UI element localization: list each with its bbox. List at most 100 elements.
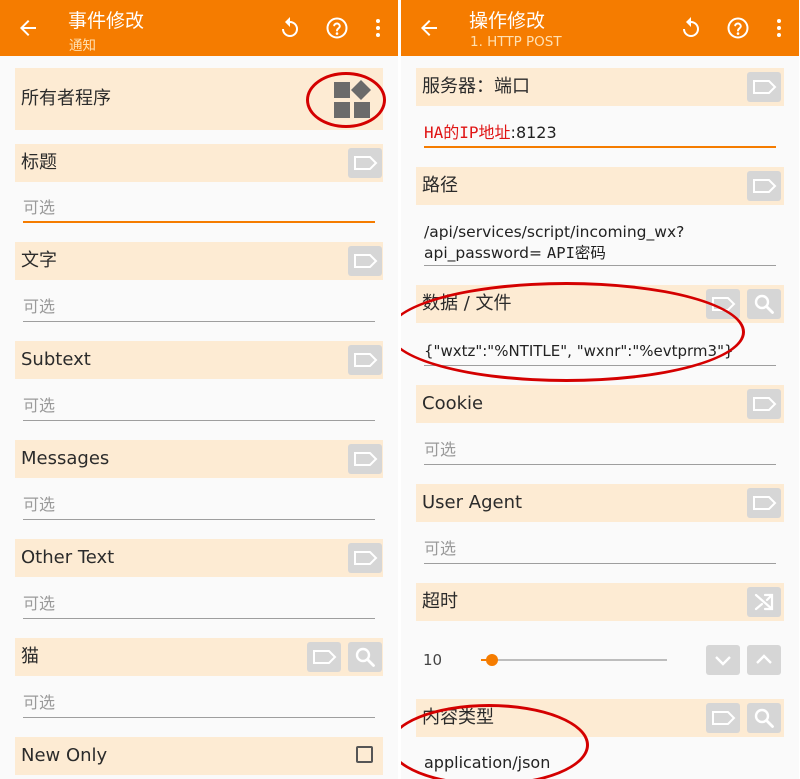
- messages-input[interactable]: 可选: [23, 490, 375, 520]
- server-port-input[interactable]: HA的IP地址:8123: [424, 118, 776, 148]
- path-line-2-prefix: api_password=: [424, 244, 547, 262]
- chevron-up-icon: [756, 654, 772, 664]
- action-edit-pane: 操作修改 1. HTTP POST 服务器：端口 HA的IP地址:8123 路径…: [401, 0, 799, 779]
- subtext-input[interactable]: 可选: [23, 391, 375, 421]
- path-line-1: /api/services/script/incoming_wx?: [424, 223, 685, 241]
- label-tag-icon: [354, 156, 378, 170]
- search-icon: [754, 294, 774, 314]
- path-annotation: API密码: [546, 244, 606, 262]
- cat-label: 猫: [21, 646, 39, 667]
- page-subtitle: 1. HTTP POST: [470, 34, 562, 50]
- shuffle-icon: [754, 593, 774, 611]
- cat-search-button[interactable]: [348, 642, 382, 672]
- data-tag-button[interactable]: [706, 289, 740, 319]
- cat-tag-button[interactable]: [307, 642, 341, 672]
- timeout-slider-track[interactable]: [481, 659, 667, 661]
- server-port-row: 服务器：端口: [416, 68, 784, 106]
- user-agent-label: User Agent: [422, 492, 523, 513]
- search-icon: [355, 647, 375, 667]
- more-vert-icon[interactable]: [767, 16, 791, 40]
- server-tag-button[interactable]: [747, 72, 781, 102]
- label-tag-icon: [753, 179, 777, 193]
- timeout-label: 超时: [422, 591, 458, 612]
- path-input[interactable]: /api/services/script/incoming_wx? api_pa…: [424, 222, 776, 266]
- undo-icon[interactable]: [679, 16, 703, 40]
- text-label: 文字: [21, 250, 57, 271]
- messages-label: Messages: [21, 448, 110, 469]
- label-tag-icon: [354, 353, 378, 367]
- title-label: 标题: [21, 152, 57, 173]
- back-arrow-icon[interactable]: [16, 16, 40, 40]
- server-port-value: :8123: [510, 123, 557, 142]
- path-line-2: api_password= API密码: [424, 243, 776, 264]
- help-circle-icon[interactable]: [726, 16, 750, 40]
- user-agent-row: User Agent: [416, 484, 784, 522]
- page-title: 操作修改: [469, 10, 546, 32]
- subtext-tag-button[interactable]: [348, 345, 382, 375]
- other-text-tag-button[interactable]: [348, 543, 382, 573]
- server-annotation: HA的IP地址: [424, 123, 511, 142]
- data-file-row: 数据 / 文件: [416, 285, 784, 323]
- timeout-decrease-button[interactable]: [706, 645, 740, 675]
- more-vert-icon[interactable]: [366, 16, 390, 40]
- help-circle-icon[interactable]: [325, 16, 349, 40]
- cookie-tag-button[interactable]: [747, 389, 781, 419]
- label-tag-icon: [712, 711, 736, 725]
- timeout-increase-button[interactable]: [747, 645, 781, 675]
- label-tag-icon: [712, 297, 736, 311]
- content-type-row: 内容类型: [416, 699, 784, 737]
- label-tag-icon: [354, 551, 378, 565]
- messages-tag-button[interactable]: [348, 444, 382, 474]
- app-bar: 事件修改 通知: [0, 0, 398, 56]
- path-label: 路径: [422, 175, 458, 196]
- user-agent-tag-button[interactable]: [747, 488, 781, 518]
- path-row: 路径: [416, 167, 784, 205]
- user-agent-input[interactable]: 可选: [424, 534, 776, 564]
- page-title: 事件修改: [68, 10, 145, 32]
- title-tag-button[interactable]: [348, 148, 382, 178]
- label-tag-icon: [753, 397, 777, 411]
- data-file-label: 数据 / 文件: [422, 293, 512, 314]
- text-tag-button[interactable]: [348, 246, 382, 276]
- cat-input[interactable]: 可选: [23, 688, 375, 718]
- cat-row: 猫: [15, 638, 383, 676]
- path-tag-button[interactable]: [747, 171, 781, 201]
- apps-widget-icon[interactable]: [332, 80, 372, 120]
- label-tag-icon: [354, 254, 378, 268]
- content-type-label: 内容类型: [422, 707, 494, 728]
- timeout-value: 10: [423, 651, 443, 669]
- new-only-checkbox[interactable]: [356, 746, 373, 763]
- new-only-label: New Only: [21, 745, 108, 766]
- other-text-input[interactable]: 可选: [23, 589, 375, 619]
- cookie-input[interactable]: 可选: [424, 435, 776, 465]
- timeout-slider-thumb[interactable]: [486, 654, 498, 666]
- other-text-row: Other Text: [15, 539, 383, 577]
- label-tag-icon: [753, 80, 777, 94]
- subtext-label: Subtext: [21, 349, 91, 370]
- cookie-row: Cookie: [416, 385, 784, 423]
- data-search-button[interactable]: [747, 289, 781, 319]
- owner-app-label: 所有者程序: [21, 88, 111, 109]
- title-input[interactable]: 可选: [23, 193, 375, 223]
- content-type-tag-button[interactable]: [706, 703, 740, 733]
- content-type-input[interactable]: application/json: [424, 748, 776, 778]
- label-tag-icon: [753, 496, 777, 510]
- page-subtitle: 通知: [69, 38, 96, 54]
- back-arrow-icon[interactable]: [417, 16, 441, 40]
- app-bar: 操作修改 1. HTTP POST: [401, 0, 799, 56]
- timeout-row: 超时: [416, 583, 784, 621]
- title-row: 标题: [15, 144, 383, 182]
- chevron-down-icon: [715, 656, 731, 666]
- subtext-row: Subtext: [15, 341, 383, 379]
- text-input[interactable]: 可选: [23, 292, 375, 322]
- undo-icon[interactable]: [278, 16, 302, 40]
- content-type-search-button[interactable]: [747, 703, 781, 733]
- label-tag-icon: [313, 650, 337, 664]
- search-icon: [754, 708, 774, 728]
- data-file-input[interactable]: {"wxtz":"%NTITLE", "wxnr":"%evtprm3"}: [424, 336, 776, 366]
- messages-row: Messages: [15, 440, 383, 478]
- event-edit-pane: 事件修改 通知 所有者程序 标题 可选 文字 可选 Subtext 可选 Mes…: [0, 0, 398, 779]
- timeout-random-button[interactable]: [747, 587, 781, 617]
- new-only-row: New Only: [15, 737, 383, 775]
- cookie-label: Cookie: [422, 393, 484, 414]
